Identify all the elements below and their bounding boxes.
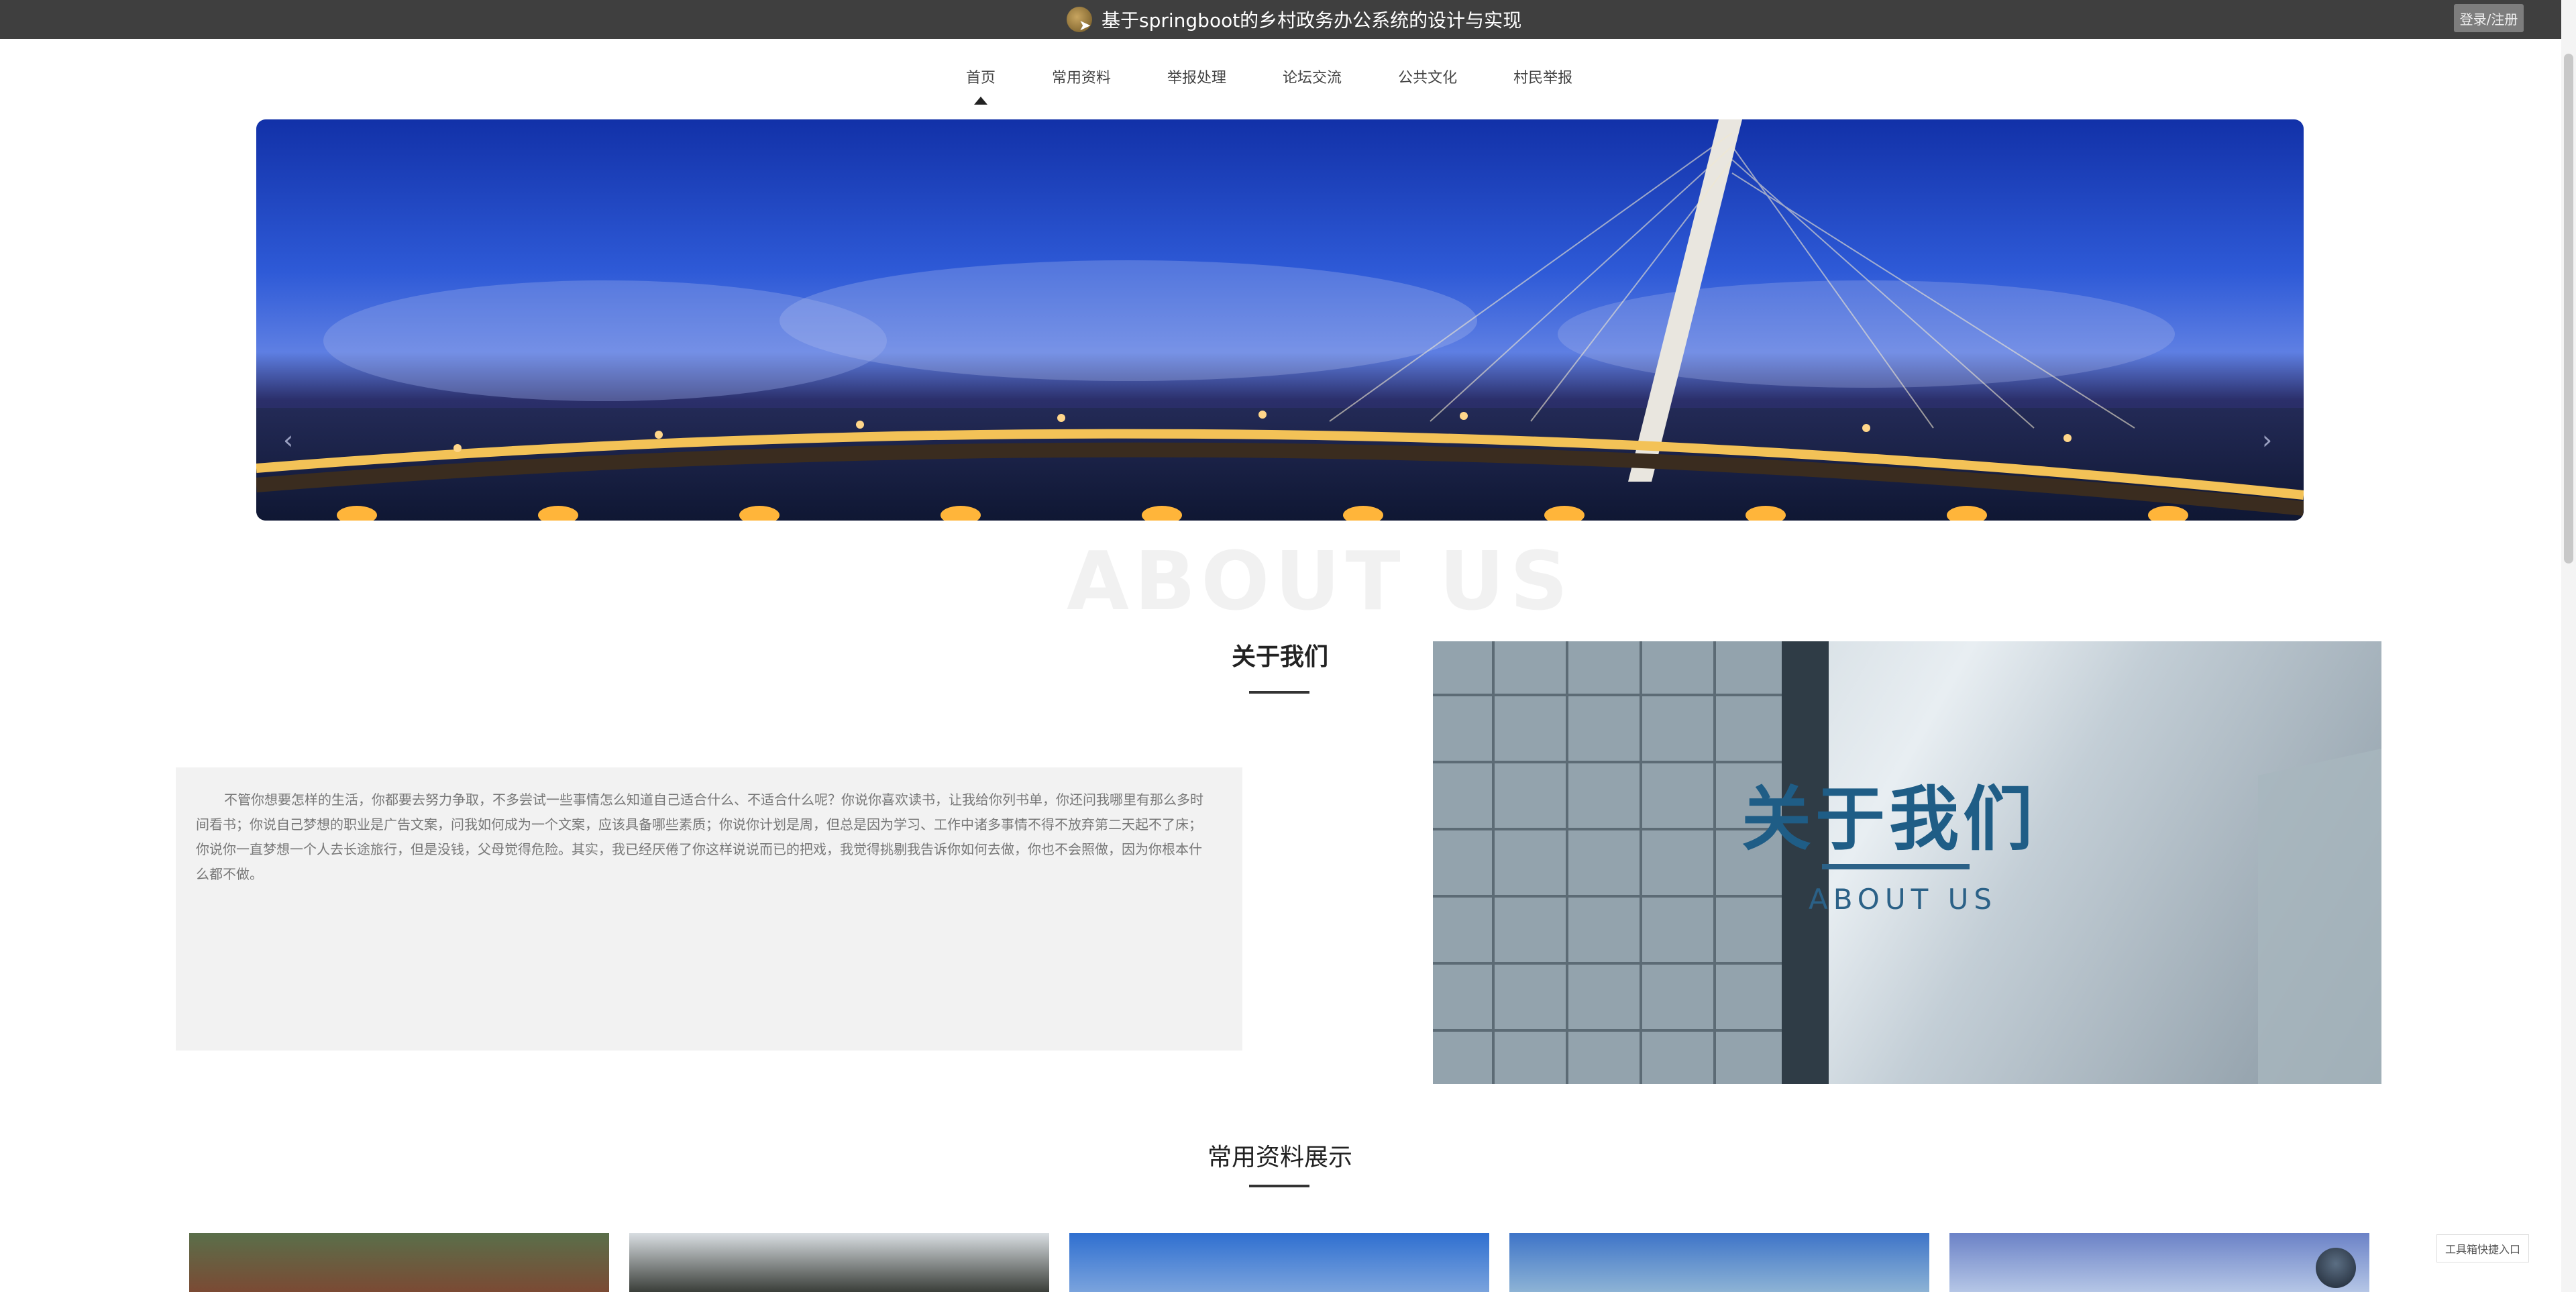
material-thumb-5[interactable] (1949, 1233, 2369, 1292)
banner-carousel[interactable]: ‹ › (256, 119, 2304, 521)
main-nav: 首页 常用资料 举报处理 论坛交流 公共文化 村民举报 (966, 66, 1572, 87)
nav-item-report-handling[interactable]: 举报处理 (1167, 66, 1226, 87)
bridge-image (256, 119, 2304, 521)
site-title: 基于springboot的乡村政务办公系统的设计与实现 (1102, 9, 1522, 32)
login-register-button[interactable]: 登录/注册 (2454, 4, 2524, 32)
about-watermark: ABOUT US (1067, 535, 1574, 629)
page-scrollbar[interactable] (2561, 0, 2576, 1292)
material-thumb-4[interactable] (1509, 1233, 1929, 1292)
mouse-cursor-icon: ➤ (1079, 17, 1091, 34)
top-bar: 基于springboot的乡村政务办公系统的设计与实现 ➤ 登录/注册 (0, 0, 2576, 39)
about-title-underline (1249, 691, 1309, 694)
about-image-divider (1822, 864, 1970, 869)
about-image-title: 关于我们 (1741, 778, 2037, 860)
nav-item-villager-report[interactable]: 村民举报 (1513, 66, 1572, 87)
nav-item-materials[interactable]: 常用资料 (1052, 66, 1111, 87)
materials-title-underline (1249, 1185, 1309, 1187)
materials-title: 常用资料展示 (1208, 1144, 1353, 1171)
about-image: 关于我们 ABOUT US (1433, 641, 2381, 1084)
about-title: 关于我们 (1232, 643, 1329, 671)
material-thumb-1[interactable] (189, 1233, 609, 1292)
nav-item-public-culture[interactable]: 公共文化 (1398, 66, 1457, 87)
site-title-group: 基于springboot的乡村政务办公系统的设计与实现 (1067, 7, 1521, 32)
chevron-right-icon[interactable]: › (2262, 425, 2272, 455)
material-thumb-2[interactable] (629, 1233, 1049, 1292)
material-thumb-3[interactable] (1069, 1233, 1489, 1292)
about-text-box: 不管你想要怎样的生活，你都要去努力争取，不多尝试一些事情怎么知道自己适合什么、不… (176, 767, 1242, 1051)
about-image-subtitle: ABOUT US (1809, 883, 1998, 916)
floating-avatar[interactable] (2316, 1248, 2356, 1288)
scrollbar-thumb[interactable] (2564, 54, 2573, 563)
nav-item-forum[interactable]: 论坛交流 (1283, 66, 1342, 87)
chevron-left-icon[interactable]: ‹ (283, 425, 293, 455)
about-description: 不管你想要怎样的生活，你都要去努力争取，不多尝试一些事情怎么知道自己适合什么、不… (196, 792, 1203, 882)
toolbox-entry[interactable]: 工具箱快捷入口 (2436, 1234, 2529, 1262)
nav-item-home[interactable]: 首页 (966, 66, 996, 87)
